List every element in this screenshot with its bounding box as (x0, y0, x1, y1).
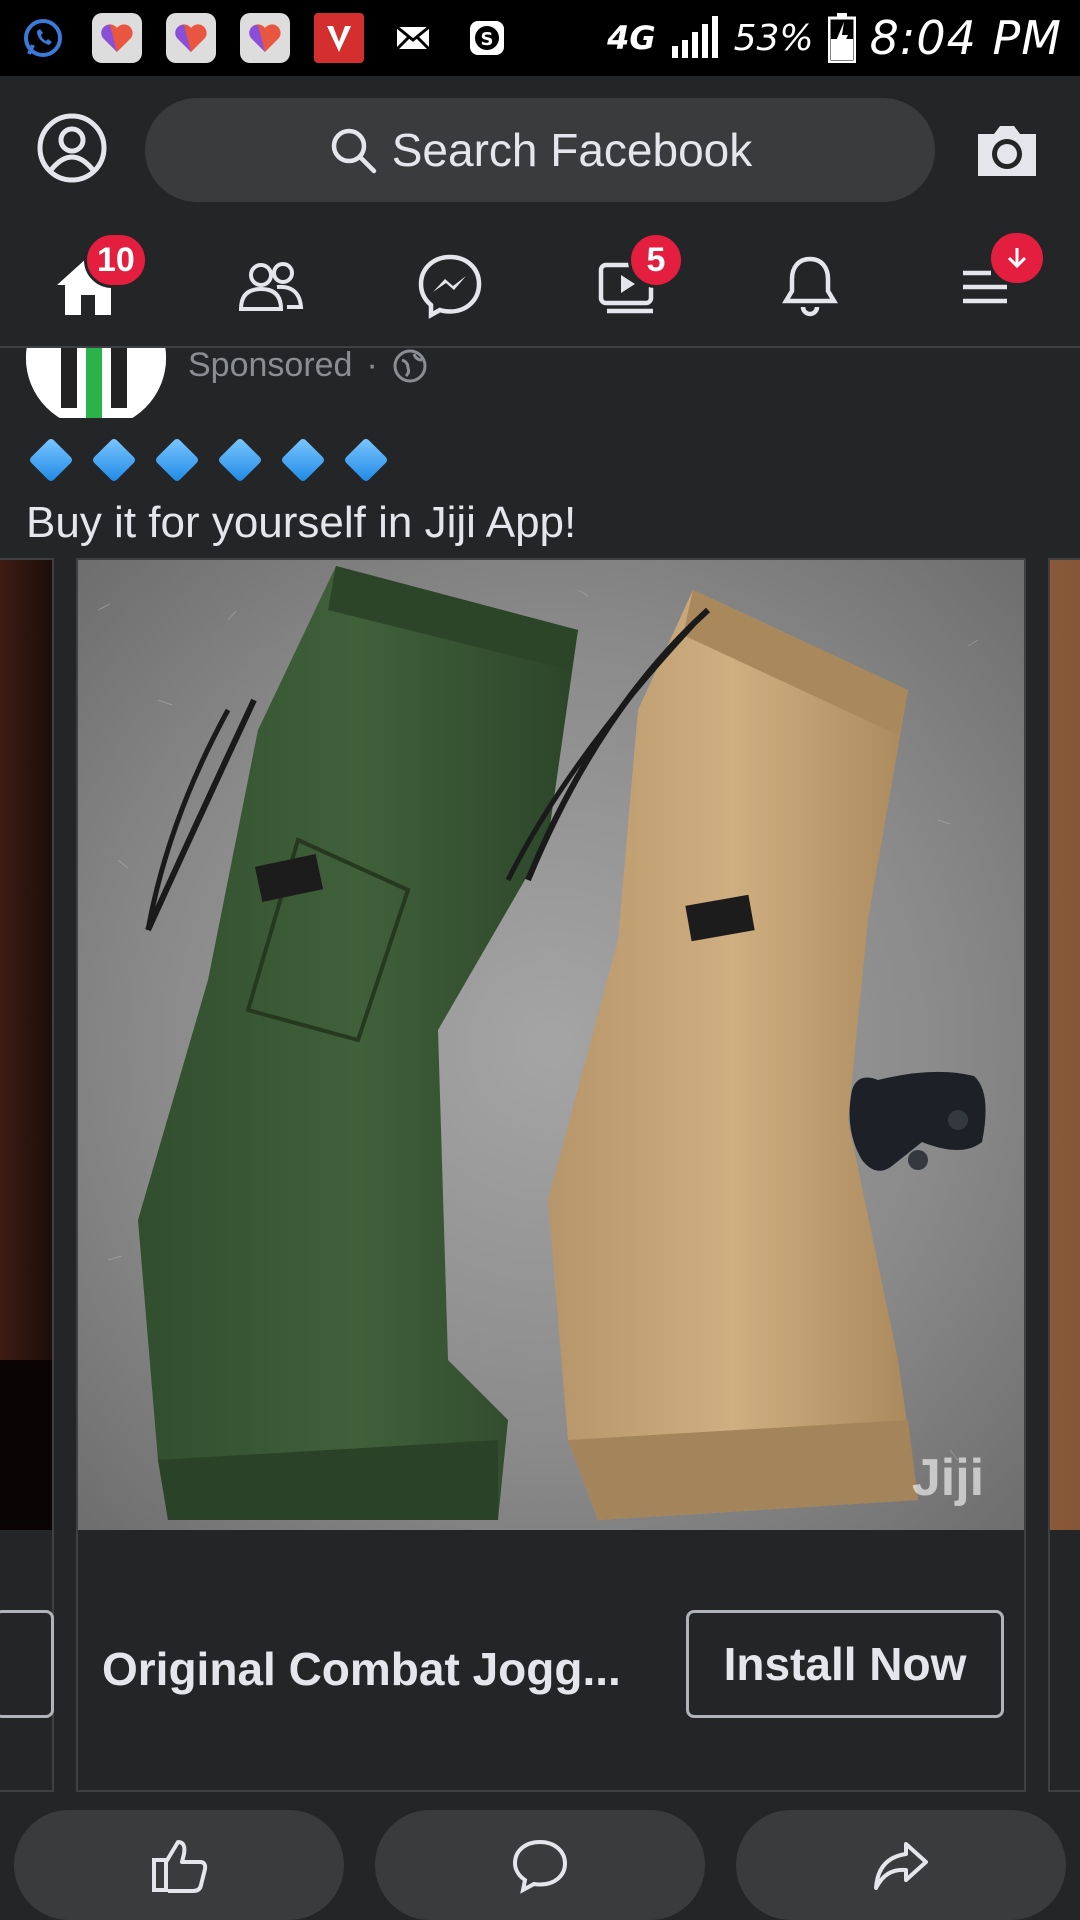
like-button[interactable] (14, 1810, 344, 1920)
notification-icons: S (18, 13, 512, 63)
carousel-card-next[interactable] (1048, 558, 1080, 1792)
install-now-button[interactable]: Install Now (686, 1610, 1004, 1718)
blue-diamond-icon (26, 436, 75, 485)
post-body: Buy it for yourself in Jiji App! (26, 430, 1056, 548)
card-footer (0, 1530, 54, 1792)
watermark: Jiji (912, 1449, 984, 1507)
separator-dot: · (366, 348, 378, 384)
search-input[interactable]: Search Facebook (145, 98, 935, 202)
whatsapp-icon (18, 13, 68, 63)
battery-charging-icon (827, 13, 856, 63)
blue-diamond-icon (152, 436, 201, 485)
network-type: 4G (607, 19, 656, 57)
product-title: Original Combat Jogg... (102, 1643, 621, 1695)
cta-button[interactable] (0, 1610, 54, 1718)
ad-carousel[interactable]: Jiji Original Combat Jogg... Install Now (0, 558, 1080, 1794)
update-badge (988, 230, 1046, 286)
comment-icon (512, 1839, 568, 1894)
top-app-bar: Search Facebook (0, 76, 1080, 224)
dating-app-icon (166, 13, 216, 63)
post-actions (0, 1800, 1080, 1920)
home-badge: 10 (84, 232, 148, 288)
clock: 8:04 PM (869, 11, 1062, 65)
sponsored-line: Sponsored · (188, 348, 428, 385)
tab-notifications[interactable] (760, 236, 860, 336)
battery-percent: 53% (733, 17, 814, 59)
share-button[interactable] (736, 1810, 1066, 1920)
camera-icon[interactable] (972, 116, 1042, 186)
diamond-emojis (26, 430, 1056, 490)
card-footer (1050, 1530, 1080, 1792)
bell-icon (782, 256, 838, 317)
tab-watch[interactable]: 5 (580, 232, 684, 336)
messenger-icon (418, 254, 482, 319)
tab-menu[interactable] (940, 230, 1046, 336)
tab-messenger[interactable] (400, 236, 500, 336)
globe-icon (393, 349, 427, 382)
blue-diamond-icon (278, 436, 327, 485)
blue-diamond-icon (215, 436, 264, 485)
watch-badge: 5 (628, 232, 684, 288)
vidmate-icon (314, 13, 364, 63)
tab-friends[interactable] (220, 236, 320, 336)
share-icon (874, 1842, 928, 1890)
search-placeholder: Search Facebook (391, 124, 753, 176)
friends-icon (238, 262, 304, 311)
product-image[interactable] (0, 560, 52, 1530)
mail-icon (388, 13, 438, 63)
post-header: Sponsored · (0, 348, 1080, 418)
skype-icon: S (462, 13, 512, 63)
carousel-card[interactable]: Jiji Original Combat Jogg... Install Now (76, 558, 1026, 1792)
blue-diamond-icon (341, 436, 390, 485)
product-image[interactable] (1050, 560, 1080, 1530)
advertiser-avatar[interactable] (26, 348, 166, 418)
comment-button[interactable] (375, 1810, 705, 1920)
profile-icon[interactable] (36, 112, 108, 184)
carousel-card-previous[interactable] (0, 558, 54, 1792)
nav-tabs: 10 5 (0, 224, 1080, 348)
product-image[interactable]: Jiji (78, 560, 1024, 1530)
dating-app-icon (92, 13, 142, 63)
thumbs-up-icon (152, 1840, 208, 1893)
search-icon (331, 128, 376, 174)
sponsored-label: Sponsored (188, 348, 353, 384)
blue-diamond-icon (89, 436, 138, 485)
status-bar: S 4G 53% 8:04 PM (0, 0, 1080, 76)
arrow-down-icon (1007, 248, 1027, 269)
card-footer: Original Combat Jogg... Install Now (78, 1530, 1024, 1792)
system-indicators: 4G 53% 8:04 PM (607, 11, 1062, 65)
svg-text:S: S (481, 29, 494, 50)
signal-icon (671, 16, 718, 58)
post-text: Buy it for yourself in Jiji App! (26, 498, 577, 547)
dating-app-icon (240, 13, 290, 63)
tab-home[interactable]: 10 (38, 232, 148, 336)
